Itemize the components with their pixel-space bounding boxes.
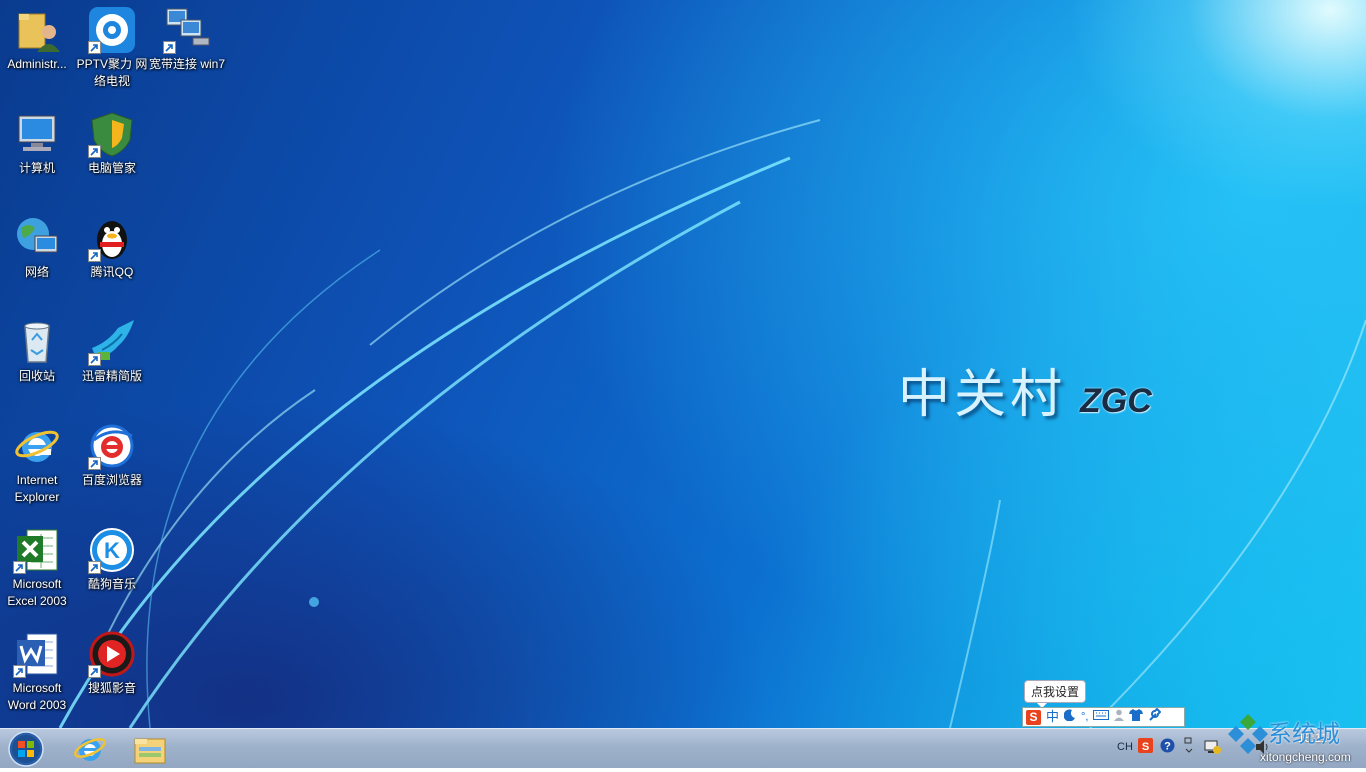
desktop-icon-label: 网络 [24,265,49,279]
ime-settings-tooltip[interactable]: 点我设置 [1024,680,1087,708]
brand-english-text: ZGC [1080,382,1152,420]
desktop-icon-pc-manager[interactable]: 电脑管家 [75,110,149,177]
desktop-icon-label: 百度浏览器 [81,473,142,487]
file-explorer-icon [134,738,166,764]
xitongcheng-watermark: 系统城 xitongcheng.com [1226,712,1366,768]
desktop-icon-administrator[interactable]: Administr... [0,6,74,73]
restore-ime-icon[interactable] [1184,737,1194,758]
desktop-icon-label: 酷狗音乐 [87,577,136,591]
shortcut-arrow-icon [88,41,101,54]
desktop-icon-recycle-bin[interactable]: 回收站 [0,318,74,385]
desktop[interactable]: Administr... PPTV聚力 网络电视 宽带连接 win7 计算机 电… [0,0,1366,728]
desktop-icon-broadband[interactable]: 宽带连接 win7 [149,6,226,73]
brand-chinese-text: 中关村 [898,365,1067,425]
sogou-ime-toolbar[interactable]: S 中 °, [1022,707,1185,727]
desktop-icon-label: Administr... [7,57,67,71]
desktop-icon-kugou[interactable]: K 酷狗音乐 [75,526,149,593]
shortcut-arrow-icon [88,145,101,158]
language-indicator[interactable]: CH [1117,741,1133,753]
user-icon[interactable] [1114,708,1125,726]
svg-text:?: ? [1164,741,1171,753]
pc-manager-shield-icon [88,110,136,158]
desktop-icon-label: 腾讯QQ [90,265,134,279]
broadband-connection-icon [163,6,211,54]
desktop-icon-label: Microsoft Word 2003 [7,681,67,712]
internet-explorer-icon [13,422,61,470]
desktop-icon-excel[interactable]: Microsoft Excel 2003 [0,526,74,610]
thunder-bird-icon [88,318,136,366]
shortcut-arrow-icon [88,665,101,678]
desktop-icon-internet-explorer[interactable]: Internet Explorer [0,422,74,506]
qq-penguin-icon [88,214,136,262]
desktop-icon-qq[interactable]: 腾讯QQ [75,214,149,281]
desktop-icon-label: 宽带连接 win7 [149,57,226,71]
desktop-icon-label: 计算机 [18,161,55,175]
desktop-icon-network[interactable]: 网络 [0,214,74,281]
desktop-icon-computer[interactable]: 计算机 [0,110,74,177]
desktop-icon-label: 回收站 [18,369,55,383]
wallpaper-swooshes [58,119,1366,728]
pptv-icon [88,6,136,54]
shortcut-arrow-icon [163,41,176,54]
network-status-icon[interactable] [1204,739,1222,758]
watermark-text: 系统城 [1268,720,1340,748]
word-icon [13,630,61,678]
punctuation-icon[interactable]: °, [1081,708,1088,726]
moon-icon[interactable] [1063,708,1076,726]
excel-icon [13,526,61,574]
desktop-icon-sohu-video[interactable]: 搜狐影音 [75,630,149,697]
recycle-bin-icon [13,318,61,366]
start-button[interactable] [6,731,46,767]
network-icon [13,214,61,262]
sohu-video-icon [88,630,136,678]
kugou-music-icon: K [88,526,136,574]
taskbar-ie-button[interactable] [68,731,112,767]
start-orb-icon [8,731,44,767]
svg-text:K: K [104,538,120,563]
skin-shirt-icon[interactable] [1129,708,1144,726]
desktop-icon-label: Internet Explorer [14,473,60,504]
internet-explorer-icon [74,738,106,761]
shortcut-arrow-icon [13,561,26,574]
desktop-icon-thunder[interactable]: 迅雷精简版 [75,318,149,385]
desktop-icon-label: PPTV聚力 网络电视 [76,57,148,88]
desktop-icon-word[interactable]: Microsoft Word 2003 [0,630,74,714]
desktop-icon-baidu-browser[interactable]: 百度浏览器 [75,422,149,489]
help-icon[interactable]: ? [1160,738,1175,756]
keyboard-icon[interactable] [1093,708,1110,726]
taskbar-explorer-button[interactable] [128,731,172,767]
ime-mode-toggle[interactable]: 中 [1046,708,1059,726]
sogou-tray-icon[interactable]: S [1138,738,1153,756]
shortcut-arrow-icon [88,353,101,366]
watermark-url: xitongcheng.com [1260,750,1351,764]
taskbar: CH S ? [0,728,1366,768]
shortcut-arrow-icon [88,457,101,470]
desktop-icon-label: 搜狐影音 [87,681,136,695]
desktop-icon-pptv[interactable]: PPTV聚力 网络电视 [75,6,149,90]
wallpaper-brand: 中关村 ZGC [898,352,1152,427]
desktop-icon-label: 电脑管家 [87,161,136,175]
sogou-logo-icon[interactable]: S [1026,709,1041,725]
shortcut-arrow-icon [88,249,101,262]
svg-text:S: S [1142,741,1149,753]
desktop-icon-label: 迅雷精简版 [81,369,142,383]
desktop-icon-label: Microsoft Excel 2003 [7,577,67,608]
user-folder-icon [13,6,61,54]
baidu-browser-icon [88,422,136,470]
shortcut-arrow-icon [13,665,26,678]
wrench-icon[interactable] [1148,707,1162,726]
computer-icon [13,110,61,158]
shortcut-arrow-icon [88,561,101,574]
